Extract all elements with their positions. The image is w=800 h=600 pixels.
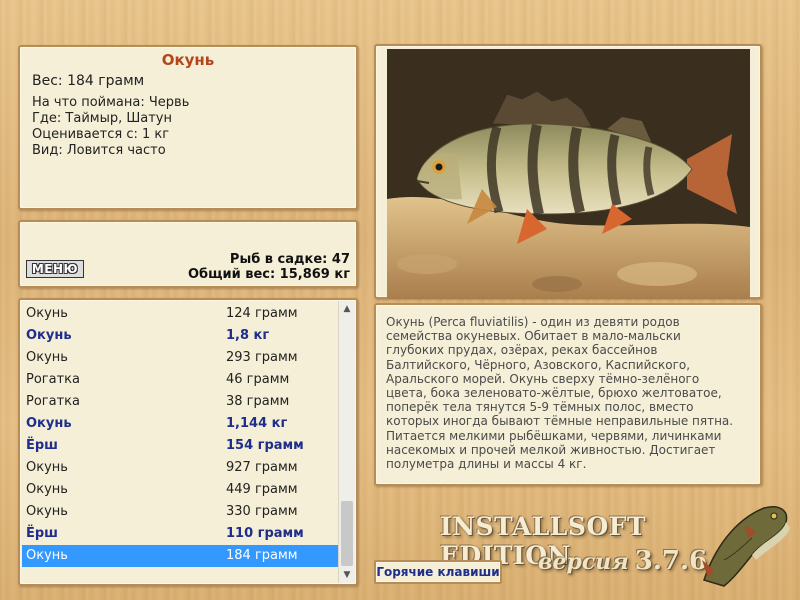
catch-list-item[interactable]: Рогатка 46 грамм	[22, 369, 338, 391]
catch-fish-name: Ёрш	[26, 526, 58, 541]
fish-photo-frame	[374, 44, 762, 299]
fish-name-title: Окунь	[161, 51, 215, 69]
bait-line: На что поймана: Червь	[32, 95, 190, 110]
scroll-thumb[interactable]	[341, 501, 353, 566]
catch-fish-name: Рогатка	[26, 372, 80, 387]
kind-line: Вид: Ловится часто	[32, 143, 166, 158]
catch-fish-name: Ёрш	[26, 438, 58, 453]
catch-fish-weight: 927 грамм	[226, 460, 298, 475]
catch-list-scrollbar[interactable]: ▲ ▼	[338, 301, 355, 583]
fish-description: Окунь (Perca fluviatilis) - один из девя…	[386, 315, 734, 472]
catch-list-item[interactable]: Окунь 1,144 кг	[22, 413, 338, 435]
fish-details: На что поймана: Червь Где: Таймыр, Шатун…	[32, 95, 189, 159]
fish-description-panel: Окунь (Perca fluviatilis) - один из девя…	[374, 303, 762, 486]
catch-fish-weight: 124 грамм	[226, 306, 298, 321]
version-word: версия	[538, 549, 629, 575]
version-label: версия 3.7.6	[538, 546, 707, 576]
catch-fish-weight: 293 грамм	[226, 350, 298, 365]
fish-info-panel: Окунь Вес: 184 грамм На что поймана: Чер…	[18, 45, 358, 210]
catch-list-item[interactable]: Окунь 927 грамм	[22, 457, 338, 479]
catch-list[interactable]: Окунь 124 грамм Окунь 1,8 кг Окунь 293 грамм Р…	[22, 303, 338, 567]
catch-fish-name: Рогатка	[26, 394, 80, 409]
catch-fish-weight: 1,144 кг	[226, 416, 288, 431]
total-weight: Общий вес: 15,869 кг	[187, 267, 350, 282]
catch-fish-weight: 449 грамм	[226, 482, 298, 497]
fish-weight: Вес: 184 грамм	[32, 73, 145, 89]
scroll-down-arrow-icon[interactable]: ▼	[339, 567, 355, 583]
catch-fish-weight: 184 грамм	[226, 548, 298, 563]
location-line: Где: Таймыр, Шатун	[32, 111, 173, 126]
catch-fish-name: Окунь	[26, 504, 68, 519]
catch-fish-weight: 38 грамм	[226, 394, 290, 409]
catch-fish-weight: 330 грамм	[226, 504, 298, 519]
pike-logo-icon	[694, 500, 794, 590]
catch-fish-name: Окунь	[26, 306, 68, 321]
catch-fish-weight: 1,8 кг	[226, 328, 270, 343]
catch-list-item[interactable]: Ёрш 154 грамм	[22, 435, 338, 457]
catch-fish-name: Окунь	[26, 460, 68, 475]
catch-fish-name: Окунь	[26, 482, 68, 497]
catch-fish-name: Окунь	[26, 416, 72, 431]
catch-list-item[interactable]: Окунь 293 грамм	[22, 347, 338, 369]
menu-button[interactable]: МЕНЮ	[26, 260, 84, 278]
perch-illustration	[387, 49, 750, 299]
catch-list-item[interactable]: Окунь 449 грамм	[22, 479, 338, 501]
catch-fish-weight: 110 грамм	[226, 526, 304, 541]
catch-list-item[interactable]: Окунь 124 грамм	[22, 303, 338, 325]
keepnet-stats-panel: МЕНЮ Рыб в садке: 47 Общий вес: 15,869 к…	[18, 220, 358, 288]
scroll-up-arrow-icon[interactable]: ▲	[339, 301, 355, 317]
valued-from-line: Оценивается с: 1 кг	[32, 127, 170, 142]
catch-list-item[interactable]: Окунь 330 грамм	[22, 501, 338, 523]
catch-fish-name: Окунь	[26, 350, 68, 365]
catch-fish-weight: 154 грамм	[226, 438, 304, 453]
catch-fish-name: Окунь	[26, 328, 72, 343]
catch-list-item[interactable]: Ёрш 110 грамм	[22, 523, 338, 545]
perch-photo	[387, 49, 750, 299]
catch-list-item[interactable]: Окунь 184 грамм	[22, 545, 338, 567]
catch-fish-name: Окунь	[26, 548, 68, 563]
fish-count: Рыб в садке: 47	[229, 252, 350, 267]
catch-list-item[interactable]: Окунь 1,8 кг	[22, 325, 338, 347]
hotkeys-button[interactable]: Горячие клавиши	[374, 560, 502, 584]
catch-list-item[interactable]: Рогатка 38 грамм	[22, 391, 338, 413]
catch-fish-weight: 46 грамм	[226, 372, 290, 387]
catch-list-panel: Окунь 124 грамм Окунь 1,8 кг Окунь 293 грамм Р…	[18, 298, 358, 586]
